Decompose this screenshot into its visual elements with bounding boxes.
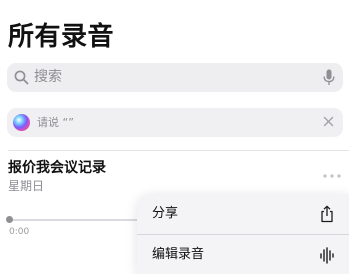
search-icon (14, 70, 29, 85)
playback-scrubber[interactable] (9, 219, 137, 221)
current-time: 0:00 (9, 227, 30, 237)
recording-title[interactable]: 报价我会议记录 (8, 158, 106, 178)
siri-prompt: 请说 “” (37, 116, 74, 129)
scrubber-knob[interactable] (6, 216, 13, 223)
siri-suggestion-bar[interactable]: 请说 “” (7, 108, 343, 137)
mic-icon[interactable] (323, 69, 335, 86)
close-icon[interactable] (323, 116, 334, 127)
menu-item-share[interactable]: 分享 (137, 194, 349, 234)
search-placeholder: 搜索 (34, 69, 62, 85)
search-bar[interactable]: 搜索 (7, 63, 343, 92)
waveform-icon (320, 247, 334, 264)
more-icon[interactable] (322, 169, 342, 183)
context-menu: 分享 编辑录音 (137, 194, 349, 274)
recording-date: 星期日 (8, 179, 45, 193)
siri-icon (13, 114, 30, 131)
menu-item-edit-recording[interactable]: 编辑录音 (137, 235, 349, 274)
share-icon (321, 205, 333, 223)
list-divider (8, 150, 349, 151)
menu-item-label: 编辑录音 (152, 247, 205, 262)
menu-item-label: 分享 (152, 206, 179, 221)
page-title: 所有录音 (8, 22, 115, 52)
